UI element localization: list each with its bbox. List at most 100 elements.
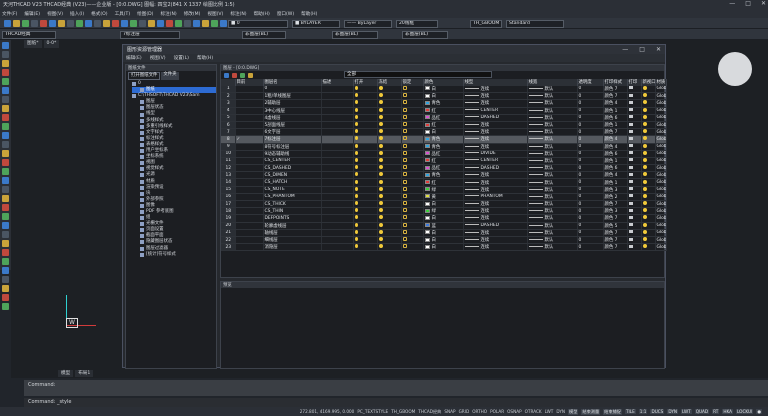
freeze-cell[interactable] [377,150,402,158]
toolbar-tool-icon[interactable] [13,20,20,27]
draw-tool-icon[interactable] [2,267,9,274]
plotstyle-cell[interactable]: 颜色 6 [603,164,628,173]
current-flag[interactable] [235,99,264,108]
layer-description[interactable] [321,150,354,158]
new-vp-cell[interactable] [641,128,656,137]
layer-name[interactable]: 4虚线层 [263,114,322,122]
dialog-menu-item-2[interactable]: 设置(L) [174,55,189,61]
plotstyle-cell[interactable]: 颜色 7 [603,200,628,209]
status-toggle[interactable]: DYN [667,409,679,414]
toolbar-tool-icon[interactable] [220,20,227,27]
freeze-cell[interactable] [377,178,402,187]
status-toggle[interactable]: OSNAP [507,409,521,414]
dialog-menu-item-0[interactable]: 编辑(E) [126,55,142,61]
plot-cell[interactable] [627,164,642,173]
draw-tool-icon[interactable] [2,132,9,139]
plot-cell[interactable] [627,135,642,144]
menu-item-7[interactable]: 标注(N) [160,11,176,17]
lineweight-cell[interactable]: 默认 [527,243,578,252]
dialog-menu-item-1[interactable]: 视图(V) [150,55,166,61]
draw-tool-icon[interactable] [2,303,9,310]
freeze-cell[interactable] [377,157,402,166]
plot-cell[interactable] [627,150,642,158]
lineweight-combo[interactable]: 20线框 [396,19,438,28]
layer-row[interactable]: 20 轮廓虚线层 蓝 DASHED 默认 0颜色 5 Global [221,222,667,230]
dimstyle-combo[interactable]: Standard [506,19,564,28]
lineweight-cell[interactable]: 默认 [527,92,578,101]
new-vp-cell[interactable] [641,99,656,108]
layer-name[interactable]: 轮廓虚线层 [263,222,322,230]
color-combo-2[interactable]: 非图层(BL) [242,30,286,39]
plotstyle-cell[interactable]: 颜色 1 [603,107,628,115]
status-toggle[interactable]: POLAR [490,409,504,414]
lineweight-cell[interactable]: 默认 [527,121,578,130]
layer-name[interactable]: DEFPOINTS [263,214,322,223]
draw-tool-icon[interactable] [2,231,9,238]
linetype-cell[interactable]: 连续 [463,200,528,209]
plot-cell[interactable] [627,193,642,202]
linetype-cell[interactable]: 连续 [463,143,528,151]
tree-item[interactable]: [统计]符号样式 [132,252,216,258]
new-vp-cell[interactable] [641,193,656,202]
toolbar-tool-icon[interactable] [40,20,47,27]
plotstyle-cell[interactable]: 颜色 4 [603,143,628,151]
menu-item-2[interactable]: 视图(V) [47,11,63,17]
freeze-cell[interactable] [377,99,402,108]
on-cell[interactable] [353,207,378,216]
draw-tool-icon[interactable] [2,213,9,220]
transparency-cell[interactable]: 0 [577,107,604,115]
transparency-cell[interactable]: 0 [577,193,604,202]
draw-tool-icon[interactable] [2,60,9,67]
material-cell[interactable]: Global [655,164,667,173]
layer-name[interactable]: 1粗/单线图层 [263,92,322,101]
lineweight-cell[interactable]: 默认 [527,178,578,187]
layer-description[interactable] [321,114,354,122]
command-line[interactable]: Command: _style [24,398,768,407]
layer-row[interactable]: 21 轴线层 白 连续 默认 0颜色 7 Global [221,229,667,237]
transparency-cell[interactable]: 0 [577,200,604,209]
on-cell[interactable] [353,243,378,252]
layer-name[interactable]: 消隐层 [263,243,322,252]
plot-cell[interactable] [627,99,642,108]
textstyle-combo[interactable]: TH_GBOOM [470,19,502,28]
lock-cell[interactable] [401,207,424,216]
lock-cell[interactable] [401,143,424,151]
menu-item-3[interactable]: 插入(I) [70,11,84,17]
lock-cell[interactable] [401,92,424,101]
toolbar-tool-icon[interactable] [112,20,119,27]
lock-cell[interactable] [401,135,424,144]
draw-tool-icon[interactable] [2,78,9,85]
layer-name[interactable]: 8符号标注层 [263,143,322,151]
current-flag[interactable] [235,121,264,130]
new-vp-cell[interactable] [641,236,656,245]
current-flag[interactable] [235,114,264,122]
toolbar-tool-icon[interactable] [94,20,101,27]
layer-description[interactable] [321,99,354,108]
layer-description[interactable] [321,85,354,94]
linetype-cell[interactable]: CENTER [463,107,528,115]
status-toggle[interactable]: OTRACK [525,409,542,414]
layer-row[interactable]: 16 CS_PHANTOM 黄 PHANTOM 默认 0颜色 2 Global [221,193,667,202]
transparency-cell[interactable]: 0 [577,243,604,252]
freeze-cell[interactable] [377,236,402,245]
new-vp-cell[interactable] [641,229,656,237]
menu-item-1[interactable]: 编辑(E) [24,11,40,17]
material-cell[interactable]: Global [655,171,667,180]
on-cell[interactable] [353,164,378,173]
lock-cell[interactable] [401,128,424,137]
workspace-combo[interactable]: THCAD经典 [2,30,56,39]
plot-cell[interactable] [627,92,642,101]
current-flag[interactable] [235,178,264,187]
color-cell[interactable]: 白 [423,214,464,223]
material-cell[interactable]: Global [655,229,667,237]
status-toggle[interactable]: GRID [459,409,470,414]
freeze-cell[interactable] [377,114,402,122]
transparency-cell[interactable]: 0 [577,178,604,187]
layer-filter-combo[interactable]: 全部 [344,71,492,78]
layer-description[interactable] [321,186,354,194]
current-layer-combo[interactable]: 7标注层 [120,30,180,39]
color-cell[interactable]: 品红 [423,150,464,158]
new-vp-cell[interactable] [641,143,656,151]
status-toggle[interactable]: HKA [722,409,733,414]
color-cell[interactable]: 蓝 [423,222,464,230]
